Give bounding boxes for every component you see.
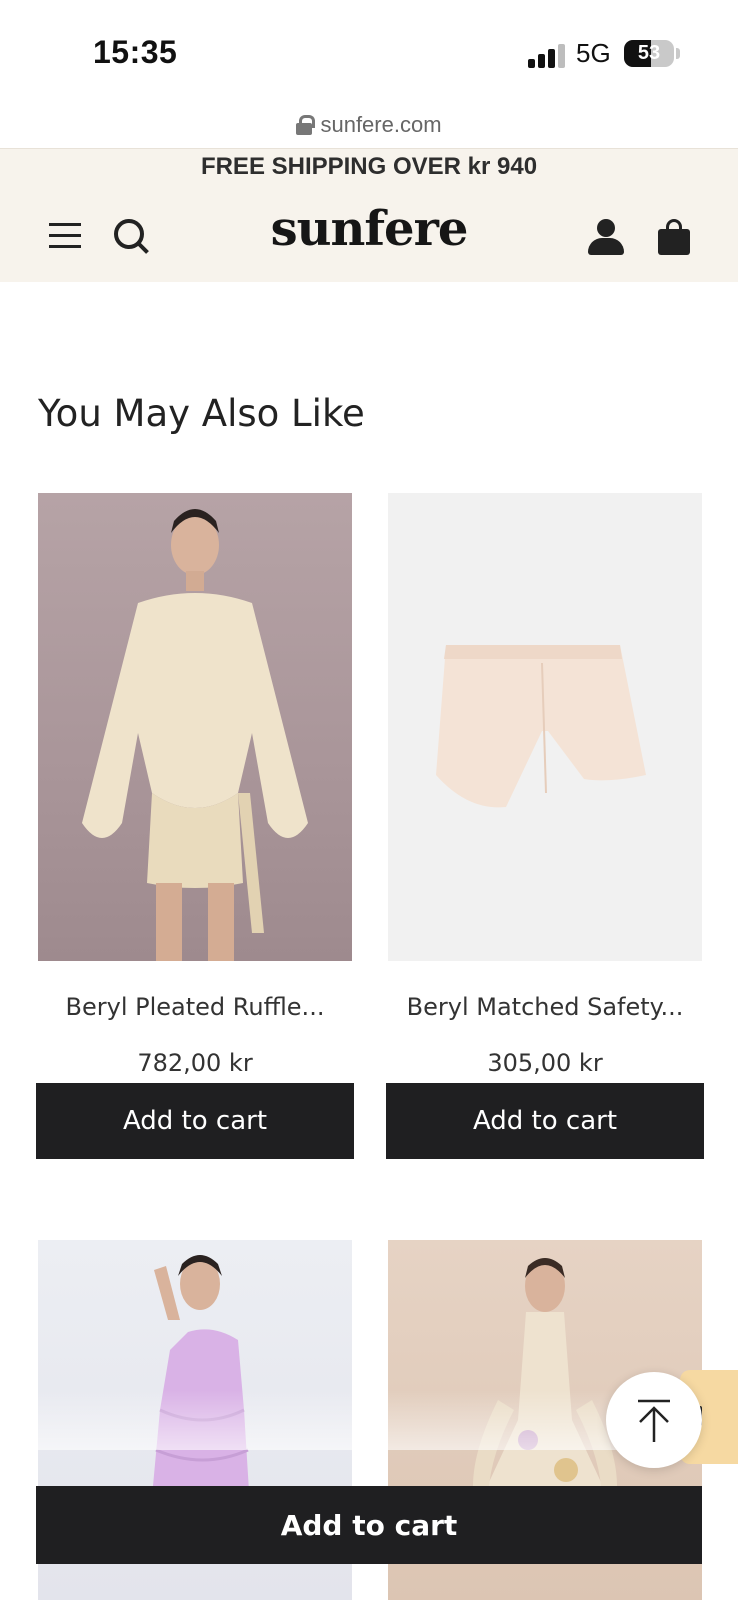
network-type: 5G <box>576 38 611 68</box>
arrow-up-icon <box>638 1399 670 1442</box>
user-icon[interactable] <box>588 219 624 255</box>
add-to-cart-button[interactable]: Add to cart <box>36 1083 354 1159</box>
product-image[interactable] <box>388 493 702 961</box>
site-header: FREE SHIPPING OVER kr 940 sunfere <box>0 148 738 282</box>
shorts-illustration <box>436 645 646 808</box>
signal-icon <box>528 42 566 68</box>
battery-level: 53 <box>637 42 661 64</box>
back-to-top-button[interactable] <box>606 1372 702 1468</box>
product-image[interactable] <box>38 493 352 961</box>
product-name[interactable]: Beryl Pleated Ruffle... <box>36 993 354 1021</box>
bag-icon[interactable] <box>658 219 690 255</box>
url-text: sunfere.com <box>320 112 442 137</box>
lock-icon <box>296 115 316 135</box>
add-to-cart-button[interactable]: Add to cart <box>386 1083 704 1159</box>
product-price: 782,00 kr <box>137 1049 253 1077</box>
announcement-bar: FREE SHIPPING OVER kr 940 <box>200 153 538 180</box>
model-blouse-illustration <box>82 509 308 961</box>
product-name[interactable]: Beryl Matched Safety... <box>386 993 704 1021</box>
product-price: 305,00 kr <box>487 1049 603 1077</box>
section-title: You May Also Like <box>38 392 365 435</box>
battery-icon: 53 <box>624 40 674 67</box>
address-bar[interactable]: sunfere.com <box>0 112 738 148</box>
status-bar: 15:35 5G 53 <box>0 0 738 110</box>
sticky-add-to-cart-button[interactable]: Add to cart <box>36 1486 702 1564</box>
status-time: 15:35 <box>93 34 178 70</box>
site-logo[interactable]: sunfere <box>0 201 738 257</box>
battery-tip <box>676 48 680 59</box>
